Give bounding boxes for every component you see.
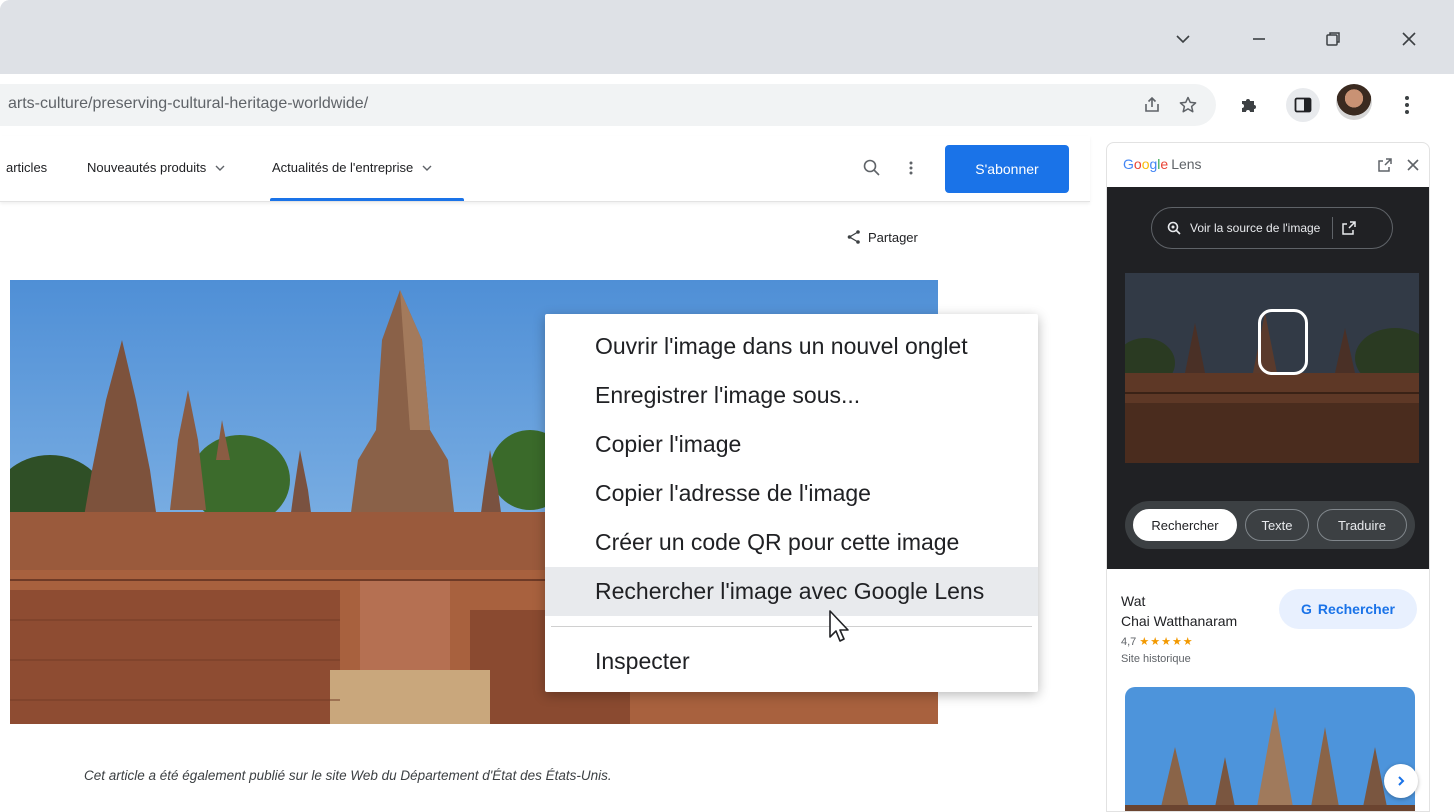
lens-visual-search-area: Voir la source de l'image Rechercher Tex… <box>1107 187 1429 569</box>
lens-panel-header: Google Lens <box>1107 143 1429 187</box>
google-lens-panel: Google Lens Voir la source de l'image Re… <box>1106 142 1430 812</box>
nav-articles[interactable]: articles <box>6 160 47 175</box>
chevron-down-icon <box>422 165 432 171</box>
side-panel: Google Lens Voir la source de l'image Re… <box>1094 136 1454 812</box>
share-icon <box>847 230 860 244</box>
restore-icon[interactable] <box>1318 24 1348 54</box>
close-panel-icon[interactable] <box>1403 155 1423 175</box>
avatar[interactable] <box>1336 84 1372 120</box>
menu-separator <box>551 626 1032 627</box>
google-wordmark: Google <box>1123 156 1169 172</box>
more-vert-icon[interactable] <box>1390 88 1424 122</box>
nav-company-news-label: Actualités de l'entreprise <box>272 160 414 175</box>
article-caption: Cet article a été également publié sur l… <box>84 768 612 783</box>
title-bar <box>0 0 1454 74</box>
chevron-down-icon <box>215 165 225 171</box>
lens-icon <box>1167 221 1181 235</box>
lens-mode-chips: Rechercher Texte Traduire <box>1125 501 1415 549</box>
close-icon[interactable] <box>1394 24 1424 54</box>
more-vert-icon[interactable] <box>908 158 914 183</box>
subscribe-button[interactable]: S'abonner <box>945 145 1069 193</box>
browser-toolbar: arts-culture/preserving-cultural-heritag… <box>0 74 1454 136</box>
site-navigation: articles Nouveautés produits Actualités … <box>0 136 1090 202</box>
next-result-chevron-right-icon[interactable] <box>1384 764 1418 798</box>
tab-search-chevron-down-icon[interactable] <box>1168 24 1198 54</box>
chip-text[interactable]: Texte <box>1245 509 1309 541</box>
nav-articles-label: articles <box>6 160 48 175</box>
open-in-new-icon <box>1342 221 1357 235</box>
share-button[interactable]: Partager <box>846 229 918 245</box>
divider <box>1332 217 1334 239</box>
menu-inspect[interactable]: Inspecter <box>545 637 1038 686</box>
extensions-puzzle-icon[interactable] <box>1232 88 1266 122</box>
menu-copy-image-address[interactable]: Copier l'adresse de l'image <box>545 469 1038 518</box>
google-lens-logo: Google Lens <box>1123 156 1202 172</box>
menu-copy-image[interactable]: Copier l'image <box>545 420 1038 469</box>
address-bar[interactable]: arts-culture/preserving-cultural-heritag… <box>0 84 1216 126</box>
result-category: Site historique <box>1121 653 1191 665</box>
view-image-source-button[interactable]: Voir la source de l'image <box>1151 207 1393 249</box>
result-thumbnail-image[interactable] <box>1125 687 1415 811</box>
result-rating: 4,7 ★★★★★ <box>1121 635 1194 648</box>
view-image-source-label: Voir la source de l'image <box>1190 221 1321 235</box>
menu-open-image-new-tab[interactable]: Ouvrir l'image dans un nouvel onglet <box>545 322 1038 371</box>
rating-stars-icon: ★★★★★ <box>1139 636 1194 648</box>
lens-result-card: Wat Chai Watthanaram 4,7 ★★★★★ Site hist… <box>1107 569 1429 811</box>
result-title[interactable]: Wat Chai Watthanaram <box>1121 591 1237 631</box>
nav-company-news[interactable]: Actualités de l'entreprise <box>272 160 433 175</box>
context-menu: Ouvrir l'image dans un nouvel onglet Enr… <box>545 314 1038 692</box>
menu-save-image-as[interactable]: Enregistrer l'image sous... <box>545 371 1038 420</box>
share-page-icon[interactable] <box>1140 93 1164 117</box>
search-icon[interactable] <box>862 158 882 183</box>
lens-label: Lens <box>1171 156 1202 172</box>
result-title-line1: Wat <box>1121 593 1146 609</box>
open-in-new-tab-icon[interactable] <box>1375 155 1395 175</box>
lens-selected-image[interactable] <box>1125 273 1419 463</box>
menu-search-with-google-lens[interactable]: Rechercher l'image avec Google Lens <box>545 567 1038 616</box>
side-panel-icon[interactable] <box>1286 88 1320 122</box>
result-title-line2: Chai Watthanaram <box>1121 613 1238 629</box>
chip-translate[interactable]: Traduire <box>1317 509 1407 541</box>
share-label: Partager <box>868 229 918 245</box>
google-search-label: Rechercher <box>1317 601 1395 617</box>
menu-create-qr-code[interactable]: Créer un code QR pour cette image <box>545 518 1038 567</box>
active-tab-indicator <box>270 198 464 201</box>
chip-search[interactable]: Rechercher <box>1133 509 1237 541</box>
nav-products-label: Nouveautés produits <box>87 160 207 175</box>
google-g-icon: G <box>1301 601 1312 617</box>
nav-products[interactable]: Nouveautés produits <box>87 160 226 175</box>
browser-window: arts-culture/preserving-cultural-heritag… <box>0 0 1454 812</box>
bookmark-star-icon[interactable] <box>1176 93 1200 117</box>
rating-value: 4,7 <box>1121 636 1137 648</box>
google-search-button[interactable]: G Rechercher <box>1279 589 1417 629</box>
url-text[interactable]: arts-culture/preserving-cultural-heritag… <box>8 95 368 113</box>
minimize-icon[interactable] <box>1244 24 1274 54</box>
lens-selection-frame[interactable] <box>1258 309 1308 375</box>
mouse-pointer-icon <box>828 609 854 650</box>
